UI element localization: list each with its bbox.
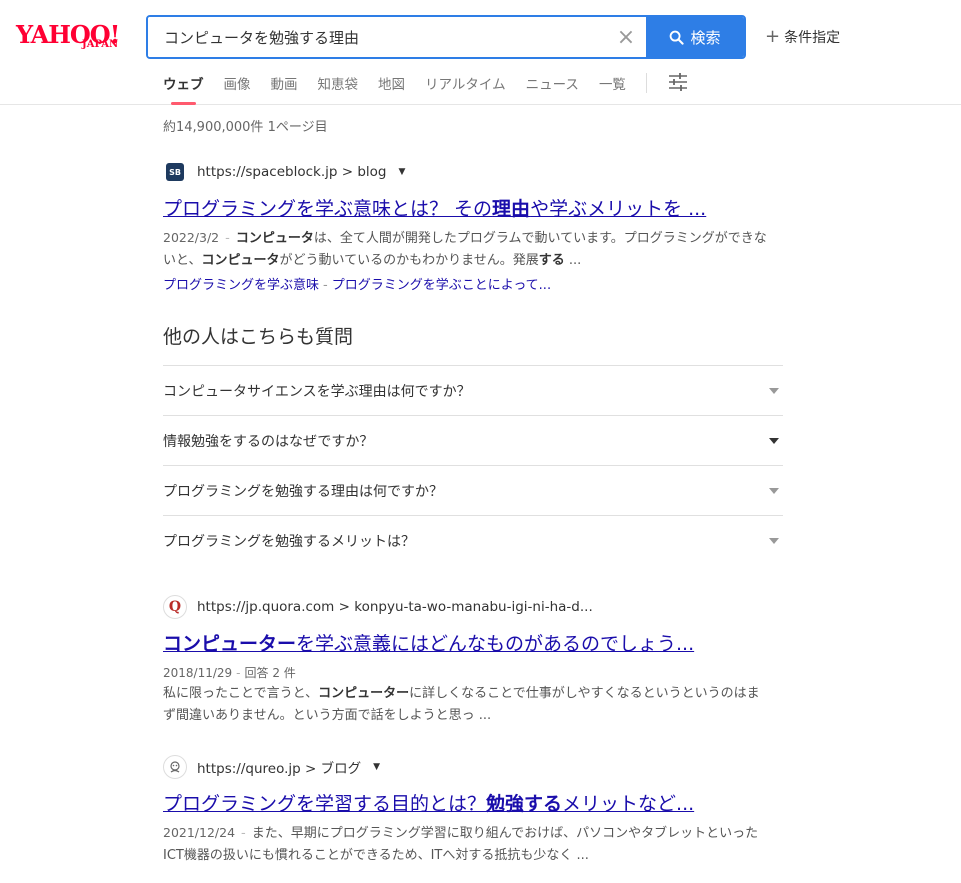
result-title-link[interactable]: コンピューターを学ぶ意義にはどんなものがあるのでしょう... (163, 629, 763, 656)
quora-favicon-icon: Q (163, 595, 187, 619)
yahoo-japan-logo[interactable]: YAHOO! JAPAN (16, 20, 131, 54)
expand-arrow-icon (769, 387, 779, 394)
result-url[interactable]: https://spaceblock.jp > blog (197, 164, 386, 180)
paa-question[interactable]: プログラミングを勉強する理由は何ですか？ (163, 465, 783, 515)
result-url[interactable]: https://jp.quora.com > konpyu-ta-wo-mana… (197, 599, 593, 615)
title-text: プログラミングを学ぶ意味とは？ その (163, 198, 493, 220)
conditions-button[interactable]: + 条件指定 (765, 27, 840, 47)
people-also-ask: 他の人はこちらも質問 コンピュータサイエンスを学ぶ理由は何ですか？ 情報勉強をす… (163, 322, 783, 565)
paa-question-text: プログラミングを勉強する理由は何ですか？ (163, 483, 443, 500)
sub-link-separator: - (323, 278, 328, 293)
sub-link[interactable]: プログラミングを学ぶことによって... (332, 278, 551, 293)
tab-news[interactable]: ニュース (526, 73, 579, 105)
meta-separator: - (241, 826, 246, 841)
search-result: Q https://jp.quora.com > konpyu-ta-wo-ma… (163, 595, 783, 727)
result-count: 約14,900,000件 1ページ目 (163, 120, 328, 135)
tab-list[interactable]: 一覧 (599, 73, 626, 105)
paa-question[interactable]: プログラミングを勉強するメリットは？ (163, 515, 783, 565)
result-snippet: 2022/3/2- コンピュータは、全て人間が開発したプログラムで動いています。プ… (163, 227, 768, 272)
chevron-down-icon[interactable]: ▼ (373, 762, 380, 772)
conditions-label: 条件指定 (784, 30, 841, 46)
site-row: Q https://jp.quora.com > konpyu-ta-wo-ma… (163, 595, 783, 619)
result-date: 2022/3/2 (163, 230, 220, 245)
tab-realtime[interactable]: リアルタイム (425, 73, 506, 105)
spaceblock-favicon-icon: SB (163, 160, 187, 184)
search-button-label: 検索 (690, 28, 721, 47)
title-text: プログラミングを学習する目的とは？ (163, 793, 487, 815)
paa-question-text: 情報勉強をするのはなぜですか？ (163, 433, 374, 450)
answer-count: 回答 2 件 (244, 666, 296, 680)
snippet-highlight: コンピューター (318, 686, 410, 701)
title-text: メリットなど... (562, 793, 695, 815)
tab-video[interactable]: 動画 (271, 73, 298, 105)
result-date: 2021/12/24 (163, 825, 236, 840)
logo-sub: JAPAN (82, 39, 119, 50)
result-snippet: 私に限ったことで言うと、コンピューターに詳しくなることで仕事がしやすくなるという… (163, 683, 768, 727)
title-highlight: 理由 (492, 198, 531, 220)
snippet-text: がどう動いているのかもわかりません。発展 (279, 253, 539, 268)
tab-divider (645, 73, 647, 93)
result-snippet: 2021/12/24- また、早期にプログラミング学習に取り組んでおけば、パソコン… (163, 822, 768, 867)
meta-separator: - (236, 666, 241, 680)
plus-icon: + (765, 26, 781, 47)
header: YAHOO! JAPAN × 検索 + 条件指定 ウェブ 画像 動画 知恵袋 地… (0, 0, 961, 105)
search-result: https://qureo.jp > ブログ ▼ プログラミングを学習する目的と… (163, 755, 783, 867)
snippet-highlight: する (538, 253, 565, 268)
tab-images[interactable]: 画像 (224, 73, 251, 105)
title-text: を学ぶ意義にはどんなものがあるのでしょう... (296, 633, 695, 655)
expand-arrow-icon (769, 487, 779, 494)
favicon-text: Q (168, 599, 182, 615)
search-box: × 検索 (146, 15, 746, 59)
result-title-link[interactable]: プログラミングを学習する目的とは？勉強するメリットなど... (163, 789, 763, 816)
tab-chiebukuro[interactable]: 知恵袋 (318, 73, 359, 105)
snippet-text: また、早期にプログラミング学習に取り組んでおけば、パソコンやタブレットといったI… (163, 826, 759, 863)
sub-link[interactable]: プログラミングを学ぶ意味 (163, 278, 319, 293)
tab-web[interactable]: ウェブ (163, 73, 204, 105)
title-highlight: 勉強する (486, 793, 563, 815)
paa-question-text: コンピュータサイエンスを学ぶ理由は何ですか？ (163, 383, 471, 400)
result-url[interactable]: https://qureo.jp > ブログ (197, 757, 361, 777)
snippet-highlight: コンピュータ (235, 231, 314, 246)
clear-icon[interactable]: × (606, 17, 646, 57)
title-highlight: コンピューター (163, 633, 297, 655)
search-button[interactable]: 検索 (646, 17, 744, 57)
meta-separator: - (225, 231, 230, 246)
paa-title: 他の人はこちらも質問 (163, 326, 354, 348)
search-result: SB https://spaceblock.jp > blog ▼ プログラミン… (163, 160, 783, 293)
sub-links: プログラミングを学ぶ意味 - プログラミングを学ぶことによって... (163, 274, 783, 293)
result-title-link[interactable]: プログラミングを学ぶ意味とは？ その理由や学ぶメリットを ... (163, 194, 763, 221)
paa-question[interactable]: コンピュータサイエンスを学ぶ理由は何ですか？ (163, 365, 783, 415)
site-row: SB https://spaceblock.jp > blog ▼ (163, 160, 783, 184)
snippet-text: 私に限ったことで言うと、 (163, 686, 319, 701)
tab-map[interactable]: 地図 (378, 73, 405, 105)
paa-question[interactable]: 情報勉強をするのはなぜですか？ (163, 415, 783, 465)
qureo-favicon-icon (163, 755, 187, 779)
character-icon (170, 761, 180, 773)
result-meta: 2018/11/29- 回答 2 件 (163, 664, 783, 681)
chevron-down-icon[interactable]: ▼ (398, 167, 405, 177)
title-text: や学ぶメリットを ... (530, 198, 707, 220)
search-input[interactable] (148, 17, 606, 57)
snippet-highlight: コンピュータ (201, 253, 280, 268)
search-icon (670, 30, 685, 45)
expand-arrow-icon (769, 537, 779, 544)
expand-arrow-icon (769, 437, 779, 444)
result-date: 2018/11/29 (163, 666, 233, 680)
site-row: https://qureo.jp > ブログ ▼ (163, 755, 783, 779)
filter-settings-icon[interactable] (667, 71, 689, 93)
search-tabs: ウェブ 画像 動画 知恵袋 地図 リアルタイム ニュース 一覧 (163, 73, 689, 105)
favicon-text: SB (166, 163, 184, 181)
snippet-text: ... (564, 253, 582, 268)
paa-question-text: プログラミングを勉強するメリットは？ (163, 533, 415, 550)
